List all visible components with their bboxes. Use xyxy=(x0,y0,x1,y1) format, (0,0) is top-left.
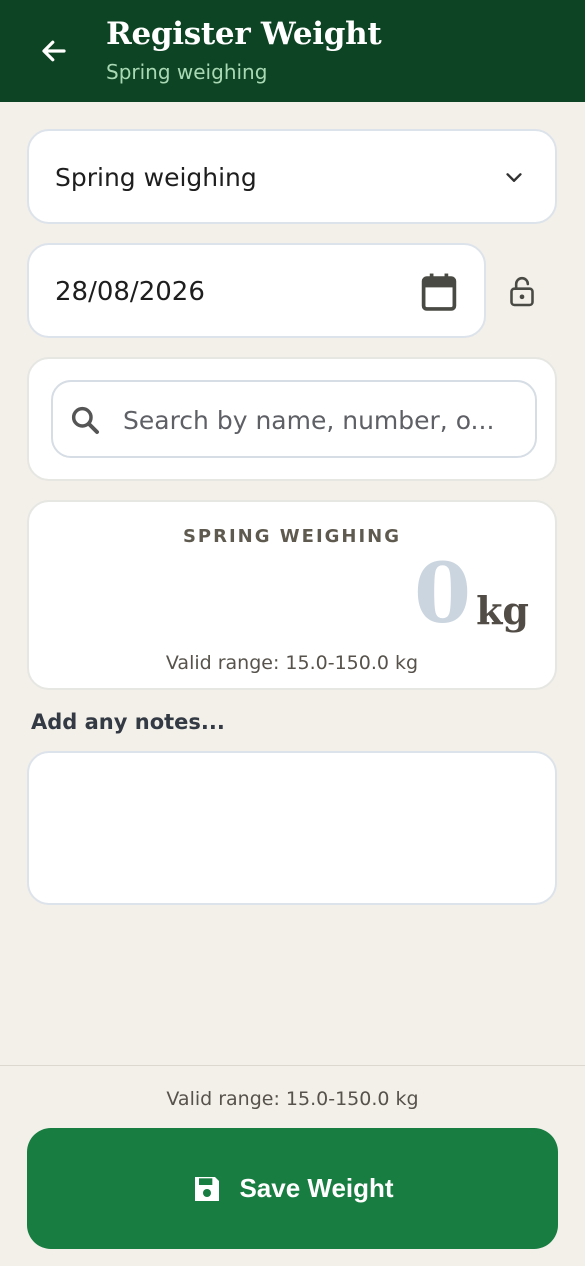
weight-value[interactable]: 0 xyxy=(414,546,471,642)
calendar-icon[interactable] xyxy=(420,272,458,312)
notes-input[interactable] xyxy=(29,753,555,903)
lock-toggle-button[interactable] xyxy=(505,272,539,310)
lock-open-icon xyxy=(510,276,534,307)
valid-range-text: Valid range: 15.0-150.0 kg xyxy=(165,652,419,674)
page-title: Register Weight xyxy=(106,16,382,52)
bottom-bar: Valid range: 15.0-150.0 kg Save Weight xyxy=(0,1065,585,1266)
weight-unit: kg xyxy=(476,588,529,633)
date-field[interactable]: 28/08/2026 xyxy=(27,243,486,338)
back-button[interactable] xyxy=(36,33,72,69)
weight-display-card[interactable]: SPRING WEIGHING 0 kg Valid range: 15.0-1… xyxy=(27,500,557,690)
save-weight-button[interactable]: Save Weight xyxy=(27,1128,558,1249)
notes-label: Add any notes... xyxy=(31,710,225,734)
search-input[interactable] xyxy=(123,402,523,438)
notes-field[interactable] xyxy=(27,751,557,905)
footer-valid-range: Valid range: 15.0-150.0 kg xyxy=(166,1088,419,1110)
register-weight-screen: Register Weight Spring weighing Spring w… xyxy=(0,0,585,1266)
app-bar: Register Weight Spring weighing xyxy=(0,0,585,102)
search-icon xyxy=(71,406,99,434)
weighing-label: SPRING WEIGHING xyxy=(182,526,402,547)
save-weight-label: Save Weight xyxy=(239,1173,394,1203)
date-value: 28/08/2026 xyxy=(55,277,205,307)
event-select[interactable]: Spring weighing xyxy=(27,129,557,224)
floppy-disk-icon xyxy=(195,1176,220,1201)
chevron-down-icon xyxy=(506,173,522,182)
page-subtitle: Spring weighing xyxy=(106,60,268,84)
search-box[interactable] xyxy=(51,380,537,458)
event-select-value: Spring weighing xyxy=(55,163,257,192)
arrow-left-icon xyxy=(42,40,66,62)
animal-search-card xyxy=(27,357,557,481)
